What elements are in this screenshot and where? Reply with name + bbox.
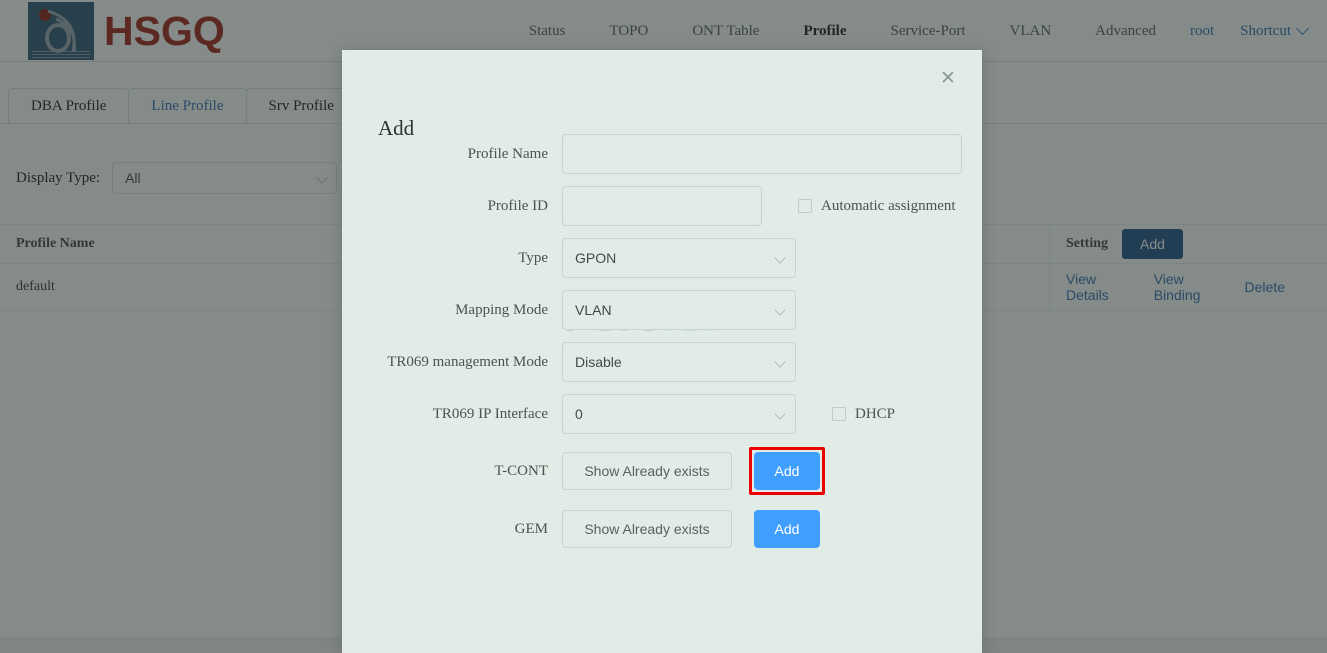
close-icon[interactable]: ✕ (936, 66, 960, 90)
chevron-down-icon (774, 304, 786, 316)
gem-label: GEM (514, 520, 548, 537)
type-select[interactable]: GPON (562, 238, 796, 278)
add-profile-modal: ForoISP Add ✕ Profile Name Profile ID Au… (342, 50, 982, 653)
tr069-ip-interface-select[interactable]: 0 (562, 394, 796, 434)
automatic-assignment-label: Automatic assignment (821, 197, 956, 214)
tr069-ip-interface-label: TR069 IP Interface (432, 405, 548, 422)
chevron-down-icon (774, 356, 786, 368)
profile-name-label: Profile Name (467, 145, 548, 162)
tcont-show-existing-button[interactable]: Show Already exists (562, 452, 732, 490)
tr069-ip-interface-value: 0 (575, 406, 583, 422)
profile-id-label: Profile ID (487, 197, 548, 214)
add-profile-form: Profile Name Profile ID Automatic assign… (342, 134, 982, 560)
mapping-mode-select[interactable]: VLAN (562, 290, 796, 330)
chevron-down-icon (774, 408, 786, 420)
type-value: GPON (575, 250, 617, 266)
type-label: Type (518, 249, 548, 266)
checkbox-icon (798, 199, 812, 213)
tcont-label: T-CONT (494, 462, 548, 479)
tr069-management-mode-select[interactable]: Disable (562, 342, 796, 382)
dhcp-checkbox[interactable]: DHCP (832, 406, 895, 423)
gem-show-existing-button[interactable]: Show Already exists (562, 510, 732, 548)
profile-id-input[interactable] (562, 186, 762, 226)
dhcp-label: DHCP (855, 405, 896, 422)
form-row-gem: GEM Show Already exists Add (342, 510, 982, 548)
tr069-management-mode-value: Disable (575, 354, 622, 370)
chevron-down-icon (774, 252, 786, 264)
gem-add-button[interactable]: Add (754, 510, 820, 548)
mapping-mode-value: VLAN (575, 302, 612, 318)
automatic-assignment-checkbox[interactable]: Automatic assignment (798, 198, 956, 215)
form-row-tr069-ip-interface: TR069 IP Interface 0 DHCP (342, 394, 982, 434)
form-row-tr069-management-mode: TR069 management Mode Disable (342, 342, 982, 382)
mapping-mode-label: Mapping Mode (455, 301, 548, 318)
profile-name-input[interactable] (562, 134, 962, 174)
screen: HSGQ Status TOPO ONT Table Profile Servi… (0, 0, 1327, 653)
tr069-management-mode-label: TR069 management Mode (387, 353, 548, 370)
tcont-add-button[interactable]: Add (754, 452, 820, 490)
checkbox-icon (832, 407, 846, 421)
form-row-type: Type GPON (342, 238, 982, 278)
tcont-add-highlight: Add (749, 447, 825, 495)
form-row-profile-name: Profile Name (342, 134, 982, 174)
form-row-tcont: T-CONT Show Already exists Add (342, 447, 982, 495)
form-row-profile-id: Profile ID Automatic assignment (342, 186, 982, 226)
form-row-mapping-mode: Mapping Mode VLAN (342, 290, 982, 330)
